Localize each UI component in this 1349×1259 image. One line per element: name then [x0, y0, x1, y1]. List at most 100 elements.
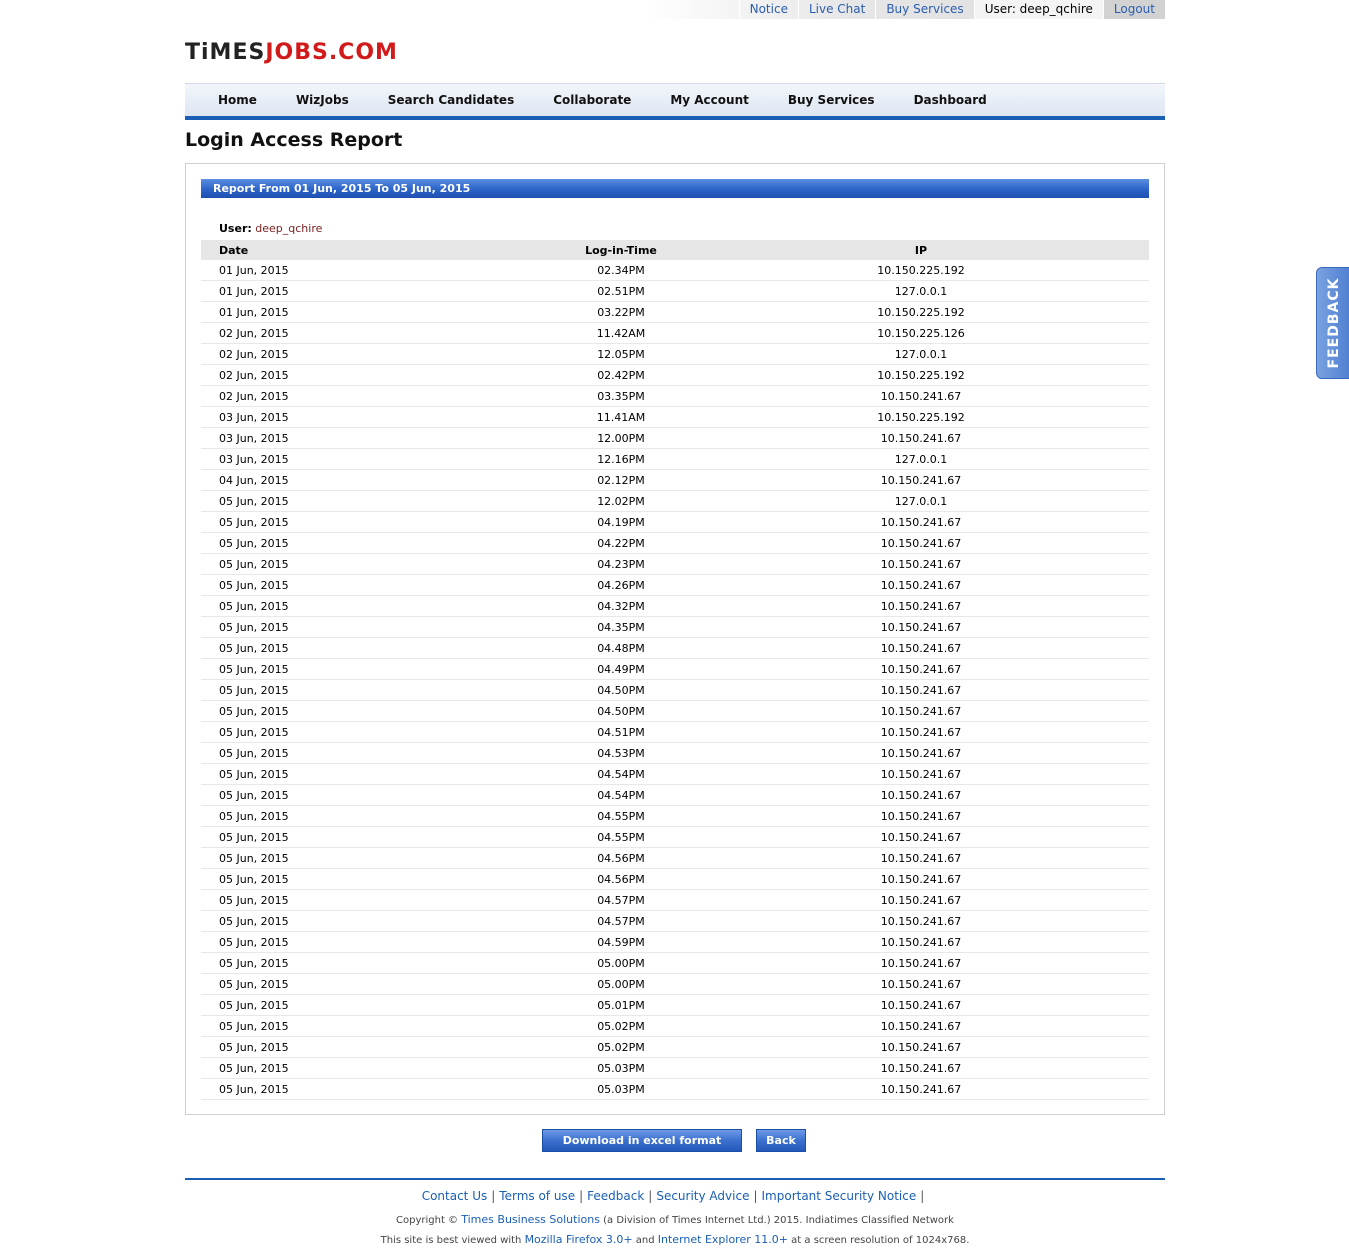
cell-ip: 10.150.241.67: [693, 385, 1149, 407]
report-range-label: Report From 01 Jun, 2015 To 05 Jun, 2015: [213, 182, 471, 195]
footer-terms[interactable]: Terms of use: [499, 1189, 575, 1203]
cell-login-time: 11.42AM: [549, 322, 693, 344]
cell-ip: 10.150.225.192: [693, 301, 1149, 323]
footer-copyright: Copyright © Times Business Solutions (a …: [396, 1213, 954, 1226]
cell-ip: 10.150.241.67: [693, 1036, 1149, 1058]
cell-login-time: 04.54PM: [549, 763, 693, 785]
cell-ip: 10.150.241.67: [693, 994, 1149, 1016]
back-button[interactable]: Back: [756, 1129, 806, 1152]
cell-login-time: 05.03PM: [549, 1078, 693, 1100]
cell-ip: 10.150.241.67: [693, 532, 1149, 554]
table-row: 01 Jun, 2015 02.34PM 10.150.225.192: [201, 260, 1149, 281]
timesjobs-logo[interactable]: TiMESJOBS.COM: [185, 40, 398, 65]
cell-ip: 10.150.241.67: [693, 1015, 1149, 1037]
table-row: 05 Jun, 2015 04.23PM 10.150.241.67: [201, 553, 1149, 575]
cell-ip: 10.150.241.67: [693, 763, 1149, 785]
buy-services-top-link[interactable]: Buy Services: [875, 0, 973, 19]
cell-login-time: 04.59PM: [549, 931, 693, 953]
table-row: 05 Jun, 2015 05.01PM 10.150.241.67: [201, 994, 1149, 1016]
cell-date: 05 Jun, 2015: [201, 1015, 549, 1037]
cell-login-time: 02.12PM: [549, 469, 693, 491]
cell-ip: 127.0.0.1: [693, 490, 1149, 512]
table-row: 05 Jun, 2015 05.03PM 10.150.241.67: [201, 1078, 1149, 1100]
cell-login-time: 04.57PM: [549, 910, 693, 932]
table-row: 05 Jun, 2015 04.56PM 10.150.241.67: [201, 868, 1149, 890]
table-row: 05 Jun, 2015 05.02PM 10.150.241.67: [201, 1036, 1149, 1058]
cell-ip: 10.150.241.67: [693, 742, 1149, 764]
cell-ip: 10.150.241.67: [693, 721, 1149, 743]
footer-firefox-link[interactable]: Mozilla Firefox 3.0+: [525, 1233, 633, 1246]
cell-date: 05 Jun, 2015: [201, 616, 549, 638]
cell-ip: 10.150.241.67: [693, 469, 1149, 491]
cell-login-time: 04.23PM: [549, 553, 693, 575]
cell-login-time: 12.05PM: [549, 343, 693, 365]
footer-contact-us[interactable]: Contact Us: [422, 1189, 488, 1203]
notice-link[interactable]: Notice: [738, 0, 798, 19]
table-row: 01 Jun, 2015 02.51PM 127.0.0.1: [201, 280, 1149, 302]
cell-date: 05 Jun, 2015: [201, 595, 549, 617]
logout-link[interactable]: Logout: [1102, 0, 1165, 19]
report-user-label: User:: [219, 222, 252, 235]
cell-login-time: 05.02PM: [549, 1015, 693, 1037]
cell-ip: 10.150.241.67: [693, 679, 1149, 701]
nav-dashboard[interactable]: Dashboard: [914, 93, 987, 107]
cell-ip: 10.150.241.67: [693, 1078, 1149, 1100]
cell-login-time: 04.56PM: [549, 847, 693, 869]
cell-login-time: 04.50PM: [549, 679, 693, 701]
nav-home[interactable]: Home: [218, 93, 257, 107]
nav-my-account[interactable]: My Account: [670, 93, 749, 107]
cell-ip: 10.150.241.67: [693, 1057, 1149, 1079]
cell-ip: 10.150.241.67: [693, 868, 1149, 890]
table-row: 05 Jun, 2015 05.02PM 10.150.241.67: [201, 1015, 1149, 1037]
cell-login-time: 12.16PM: [549, 448, 693, 470]
cell-date: 05 Jun, 2015: [201, 889, 549, 911]
cell-ip: 10.150.241.67: [693, 553, 1149, 575]
footer-ie-link[interactable]: Internet Explorer 11.0+: [658, 1233, 788, 1246]
cell-date: 05 Jun, 2015: [201, 637, 549, 659]
cell-ip: 10.150.241.67: [693, 952, 1149, 974]
table-row: 05 Jun, 2015 04.19PM 10.150.241.67: [201, 511, 1149, 533]
table-row: 05 Jun, 2015 04.56PM 10.150.241.67: [201, 847, 1149, 869]
cell-date: 05 Jun, 2015: [201, 1057, 549, 1079]
cell-login-time: 04.55PM: [549, 826, 693, 848]
cell-login-time: 05.00PM: [549, 973, 693, 995]
table-row: 05 Jun, 2015 04.57PM 10.150.241.67: [201, 910, 1149, 932]
table-row: 05 Jun, 2015 04.35PM 10.150.241.67: [201, 616, 1149, 638]
cell-date: 05 Jun, 2015: [201, 490, 549, 512]
cell-ip: 10.150.225.192: [693, 406, 1149, 428]
nav-search-candidates[interactable]: Search Candidates: [388, 93, 515, 107]
report-panel: Report From 01 Jun, 2015 To 05 Jun, 2015…: [185, 163, 1165, 1115]
cell-login-time: 04.19PM: [549, 511, 693, 533]
cell-login-time: 04.55PM: [549, 805, 693, 827]
nav-collaborate[interactable]: Collaborate: [553, 93, 631, 107]
footer-security-notice[interactable]: Important Security Notice: [762, 1189, 917, 1203]
table-row: 05 Jun, 2015 04.26PM 10.150.241.67: [201, 574, 1149, 596]
cell-date: 05 Jun, 2015: [201, 1078, 549, 1100]
cell-date: 05 Jun, 2015: [201, 868, 549, 890]
footer-security-advice[interactable]: Security Advice: [656, 1189, 749, 1203]
download-excel-button[interactable]: Download in excel format: [542, 1129, 742, 1152]
nav-wizjobs[interactable]: WizJobs: [296, 93, 349, 107]
feedback-tab[interactable]: FEEDBACK: [1316, 267, 1349, 379]
cell-login-time: 12.00PM: [549, 427, 693, 449]
footer-company-link[interactable]: Times Business Solutions: [461, 1213, 600, 1226]
cell-date: 05 Jun, 2015: [201, 700, 549, 722]
cell-date: 03 Jun, 2015: [201, 427, 549, 449]
table-row: 05 Jun, 2015 05.00PM 10.150.241.67: [201, 973, 1149, 995]
table-row: 05 Jun, 2015 04.49PM 10.150.241.67: [201, 658, 1149, 680]
cell-ip: 10.150.241.67: [693, 637, 1149, 659]
cell-ip: 10.150.241.67: [693, 826, 1149, 848]
cell-ip: 127.0.0.1: [693, 280, 1149, 302]
cell-ip: 10.150.241.67: [693, 511, 1149, 533]
cell-ip: 10.150.241.67: [693, 889, 1149, 911]
cell-login-time: 04.49PM: [549, 658, 693, 680]
cell-date: 01 Jun, 2015: [201, 260, 549, 281]
table-row: 01 Jun, 2015 03.22PM 10.150.225.192: [201, 301, 1149, 323]
cell-ip: 10.150.241.67: [693, 595, 1149, 617]
live-chat-link[interactable]: Live Chat: [797, 0, 875, 19]
footer-feedback[interactable]: Feedback: [587, 1189, 644, 1203]
cell-login-time: 02.42PM: [549, 364, 693, 386]
nav-buy-services[interactable]: Buy Services: [788, 93, 875, 107]
cell-login-time: 04.57PM: [549, 889, 693, 911]
cell-login-time: 04.48PM: [549, 637, 693, 659]
